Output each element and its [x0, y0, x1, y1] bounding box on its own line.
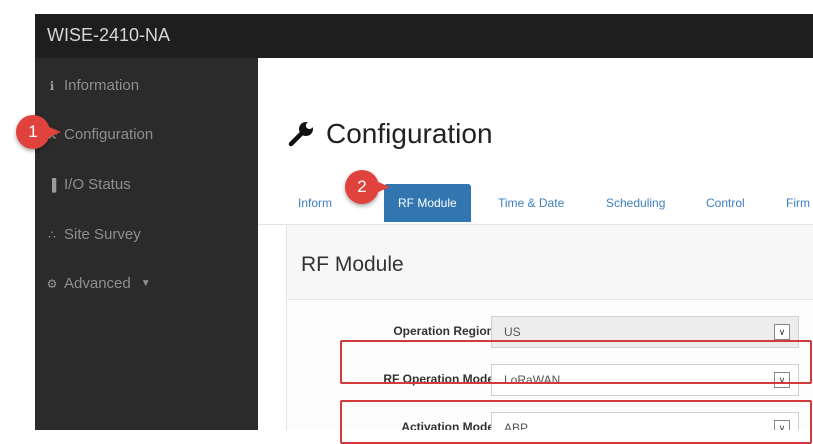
tab-firmware[interactable]: Firm	[786, 196, 810, 210]
field-label: Operation Region	[393, 324, 494, 338]
tab-time-date[interactable]: Time & Date	[498, 196, 564, 210]
sidebar-item-site-survey[interactable]: ∴ Site Survey	[46, 226, 141, 243]
tab-bar: Inform RF Module Time & Date Scheduling …	[258, 184, 813, 225]
panel-title: RF Module	[301, 253, 404, 276]
tab-scheduling[interactable]: Scheduling	[606, 196, 665, 210]
sidebar-item-information[interactable]: ℹ Information	[46, 77, 139, 94]
sidebar-item-advanced[interactable]: ⚙ Advanced ▼	[46, 275, 151, 292]
tab-control[interactable]: Control	[706, 196, 745, 210]
caret-down-icon: ▼	[140, 278, 151, 289]
page-title-text: Configuration	[326, 118, 493, 149]
step-1-callout: 1	[16, 115, 61, 149]
tab-information[interactable]: Inform	[298, 196, 332, 210]
page-title: Configuration	[288, 118, 493, 150]
step-2-callout: 2	[345, 170, 390, 204]
step-1-number: 1	[28, 122, 38, 141]
chevron-down-icon: ∨	[774, 324, 790, 340]
sidebar-item-label: Advanced	[64, 275, 131, 292]
wrench-icon	[288, 121, 314, 147]
sidebar-item-io-status[interactable]: ▐ I/O Status	[46, 176, 131, 193]
sidebar: ℹ Information ⚒ Configuration ▐ I/O Stat…	[35, 58, 258, 430]
sidebar-item-configuration[interactable]: ⚒ Configuration	[46, 126, 154, 143]
sidebar-item-label: Configuration	[64, 126, 154, 143]
info-icon: ℹ	[49, 78, 55, 93]
tab-rf-module[interactable]: RF Module	[384, 184, 471, 222]
highlight-rf-operation-mode	[340, 340, 812, 384]
top-bar: WISE-2410-NA	[35, 14, 813, 58]
sidebar-item-label: Information	[64, 77, 140, 94]
gears-icon: ⚙	[46, 276, 58, 291]
highlight-activation-mode	[340, 400, 812, 444]
app-title: WISE-2410-NA	[47, 25, 171, 45]
select-value: US	[504, 325, 521, 339]
sidebar-item-label: I/O Status	[64, 176, 131, 193]
sitemap-icon: ∴	[48, 227, 56, 242]
sidebar-item-label: Site Survey	[64, 226, 141, 243]
step-2-number: 2	[357, 177, 367, 196]
bar-chart-icon: ▐	[47, 177, 57, 192]
